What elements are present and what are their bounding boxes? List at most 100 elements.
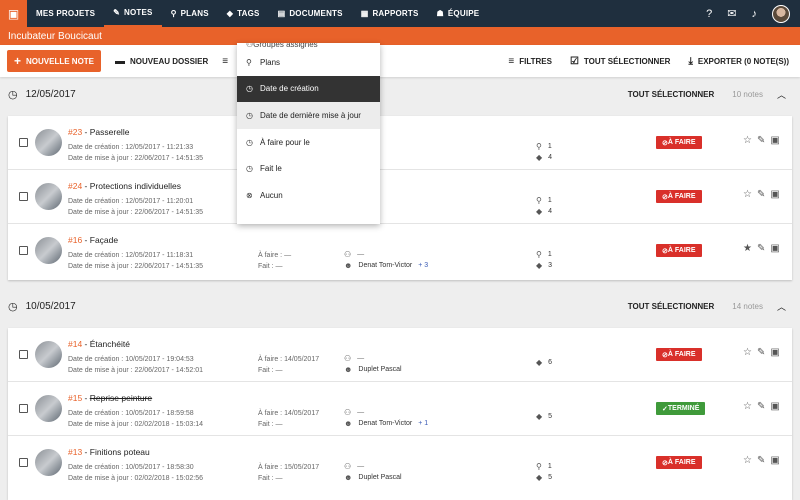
- section-select-all[interactable]: TOUT SÉLECTIONNER: [628, 302, 715, 311]
- note-title[interactable]: #24 - Protections individuelles: [68, 181, 181, 191]
- star-icon[interactable]: ☆: [743, 135, 752, 146]
- status-label: À FAIRE: [667, 139, 696, 146]
- archive-icon[interactable]: ▣: [770, 135, 779, 146]
- table-row[interactable]: #16 - Façade Date de création : 12/05/201…: [8, 224, 792, 278]
- row-checkbox[interactable]: [19, 246, 28, 255]
- new-folder-button[interactable]: ▬ NOUVEAU DOSSIER: [115, 56, 208, 67]
- nav-plans[interactable]: ⚲ PLANS: [162, 0, 218, 27]
- extra-assignees[interactable]: + 1: [418, 420, 428, 427]
- sort-option[interactable]: ⚲ Plans: [237, 49, 380, 76]
- edit-icon[interactable]: ✎: [757, 401, 765, 412]
- status-badge[interactable]: ⊘ À FAIRE: [656, 348, 702, 361]
- export-button[interactable]: ⤓ EXPORTER (0 NOTE(S)): [688, 56, 789, 67]
- status-badge[interactable]: ✓ TERMINÉ: [656, 402, 706, 415]
- extra-assignees[interactable]: + 3: [418, 262, 428, 269]
- nav-tags[interactable]: ◆ TAGS: [218, 0, 269, 27]
- tag-icon: ◆: [536, 153, 543, 162]
- nav-documents[interactable]: ▤ DOCUMENTS: [269, 0, 352, 27]
- status-badge[interactable]: ⊘ À FAIRE: [656, 136, 702, 149]
- avatar[interactable]: [772, 4, 790, 23]
- nav-label: NOTES: [124, 8, 153, 17]
- edit-icon[interactable]: ✎: [757, 189, 765, 200]
- nav-right: ? ✉ ♪: [706, 4, 800, 23]
- nav-notes[interactable]: ✎ NOTES: [104, 0, 162, 27]
- plus-icon: +: [14, 54, 22, 68]
- table-row[interactable]: #24 - Protections individuelles Date de c…: [8, 170, 792, 224]
- archive-icon[interactable]: ▣: [770, 401, 779, 412]
- star-icon[interactable]: ★: [743, 243, 752, 254]
- tags-count: ◆ 4: [536, 207, 552, 216]
- export-label: EXPORTER (0 NOTE(S)): [697, 56, 789, 66]
- archive-icon[interactable]: ▣: [770, 347, 779, 358]
- sort-option[interactable]: ◷ Fait le: [237, 155, 380, 182]
- section-header: ◷ 10/05/2017 TOUT SÉLECTIONNER 14 notes …: [8, 292, 792, 320]
- filters-button[interactable]: ≡ FILTRES: [508, 56, 552, 67]
- sort-option[interactable]: ⊗ Aucun: [237, 182, 380, 209]
- nav-my-projects[interactable]: MES PROJETS: [27, 0, 104, 27]
- section-select-all[interactable]: TOUT SÉLECTIONNER: [628, 90, 715, 99]
- status-label: À FAIRE: [667, 351, 696, 358]
- row-actions: ☆ ✎ ▣: [743, 135, 780, 146]
- sort-button[interactable]: ≡: [222, 56, 233, 67]
- nav-label: ÉQUIPE: [447, 9, 480, 18]
- note-title[interactable]: #14 - Étanchéité: [68, 339, 130, 349]
- sort-option[interactable]: ◷ Date de création: [237, 75, 380, 103]
- collapse-icon[interactable]: ︿: [777, 88, 786, 101]
- note-title[interactable]: #23 - Passerelle: [68, 127, 129, 137]
- table-row[interactable]: #13 - Finitions poteau Date de création :…: [8, 436, 792, 490]
- bell-icon[interactable]: ♪: [752, 8, 758, 20]
- collapse-icon[interactable]: ︿: [777, 300, 786, 313]
- person-icon: ☻: [344, 419, 353, 428]
- plans-value: 1: [547, 143, 552, 150]
- table-row[interactable]: #14 - Étanchéité Date de création : 10/05…: [8, 328, 792, 382]
- group-icon: ⚇: [246, 43, 254, 49]
- archive-icon[interactable]: ▣: [770, 243, 779, 254]
- archive-icon[interactable]: ▣: [770, 455, 779, 466]
- created-date: Date de création : 10/05/2017 - 18:58:30: [68, 464, 194, 471]
- nav-reports[interactable]: ▦ RAPPORTS: [352, 0, 428, 27]
- star-icon[interactable]: ☆: [743, 189, 752, 200]
- app-logo-icon[interactable]: ▣: [0, 0, 27, 27]
- sort-option[interactable]: ◷ À faire pour le: [237, 129, 380, 156]
- star-icon[interactable]: ☆: [743, 455, 752, 466]
- note-title[interactable]: #16 - Façade: [68, 235, 118, 245]
- edit-icon[interactable]: ✎: [757, 243, 765, 254]
- nav-team[interactable]: ☗ ÉQUIPE: [428, 0, 489, 27]
- status-badge[interactable]: ⊘ À FAIRE: [656, 244, 702, 257]
- help-icon[interactable]: ?: [706, 8, 712, 20]
- note-thumbnail[interactable]: [35, 237, 62, 264]
- status-badge[interactable]: ⊘ À FAIRE: [656, 456, 702, 469]
- project-title: Incubateur Boucicaut: [8, 30, 102, 42]
- status-badge[interactable]: ⊘ À FAIRE: [656, 190, 702, 203]
- edit-icon[interactable]: ✎: [757, 347, 765, 358]
- row-checkbox[interactable]: [19, 192, 28, 201]
- note-thumbnail[interactable]: [35, 449, 62, 476]
- row-checkbox[interactable]: [19, 350, 28, 359]
- assigned-group: ⚇ —: [344, 250, 364, 259]
- status-label: À FAIRE: [667, 193, 696, 200]
- table-row[interactable]: #23 - Passerelle Date de création : 12/05…: [8, 116, 792, 170]
- sort-option-label: Plans: [260, 57, 281, 67]
- note-title[interactable]: #13 - Finitions poteau: [68, 447, 150, 457]
- row-checkbox[interactable]: [19, 458, 28, 467]
- sort-option[interactable]: ◷ Date de dernière mise à jour: [237, 102, 380, 129]
- archive-icon[interactable]: ▣: [770, 189, 779, 200]
- star-icon[interactable]: ☆: [743, 401, 752, 412]
- new-note-button[interactable]: + NOUVELLE NOTE: [7, 50, 102, 72]
- note-thumbnail[interactable]: [35, 395, 62, 422]
- mail-icon[interactable]: ✉: [727, 7, 736, 20]
- note-thumbnail[interactable]: [35, 129, 62, 156]
- created-date: Date de création : 10/05/2017 - 19:04:53: [68, 356, 194, 363]
- select-all-button[interactable]: ☑ TOUT SÉLECTIONNER: [570, 56, 671, 67]
- note-title[interactable]: #15 - Reprise peinture: [68, 393, 152, 403]
- row-checkbox[interactable]: [19, 404, 28, 413]
- table-row[interactable]: #15 - Reprise peinture Date de création :…: [8, 382, 792, 436]
- note-thumbnail[interactable]: [35, 183, 62, 210]
- edit-icon[interactable]: ✎: [757, 455, 765, 466]
- note-thumbnail[interactable]: [35, 341, 62, 368]
- row-checkbox[interactable]: [19, 138, 28, 147]
- assigned-person: ☻ Duplet Pascal: [344, 365, 402, 374]
- tag-icon: ◆: [536, 358, 543, 367]
- star-icon[interactable]: ☆: [743, 347, 752, 358]
- edit-icon[interactable]: ✎: [757, 135, 765, 146]
